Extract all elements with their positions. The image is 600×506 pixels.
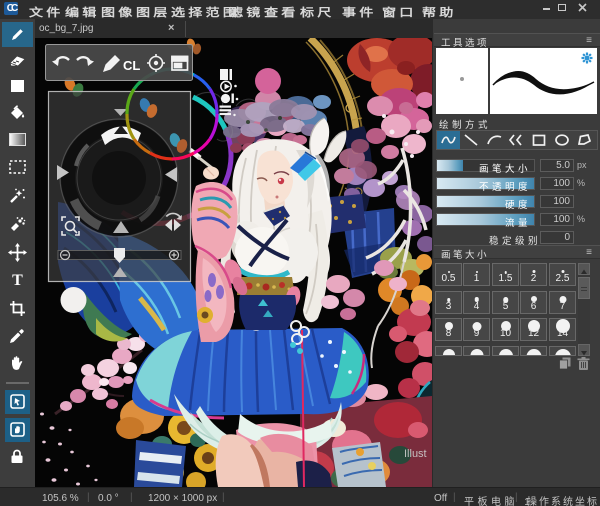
svg-text:CL: CL — [123, 58, 140, 73]
svg-text:Illust: Illust — [404, 448, 427, 460]
